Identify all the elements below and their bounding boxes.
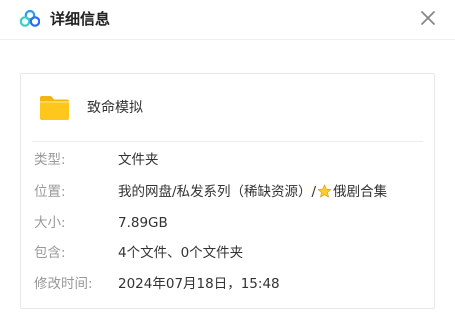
type-row: 类型: 文件夹 — [21, 150, 436, 170]
baidu-netdisk-logo-icon — [20, 10, 40, 27]
close-icon[interactable] — [419, 9, 437, 27]
location-folder: 俄剧合集 — [333, 184, 388, 200]
contains-value: 4个文件、0个文件夹 — [118, 245, 244, 261]
dialog-title: 详细信息 — [50, 10, 111, 28]
location-path: 我的网盘/私发系列（稀缺资源）/ — [118, 184, 317, 200]
type-value: 文件夹 — [118, 152, 159, 168]
size-row: 大小: 7.89GB — [21, 213, 436, 233]
modified-row: 修改时间: 2024年07月18日，15:48 — [21, 274, 436, 294]
star-emoji-icon — [317, 184, 332, 198]
location-label: 位置: — [34, 184, 66, 200]
folder-icon — [40, 96, 69, 120]
details-card: 致命模拟 类型: 文件夹 位置: 我的网盘/私发系列（稀缺资源）/ 俄剧合集 大小… — [20, 73, 435, 309]
divider — [32, 141, 423, 142]
location-row: 位置: 我的网盘/私发系列（稀缺资源）/ 俄剧合集 — [21, 182, 436, 202]
size-value: 7.89GB — [118, 215, 168, 231]
details-dialog: 详细信息 致命模拟 类型: 文件夹 位置: 我的网盘/私发系列（稀缺资源）/ 俄剧… — [0, 0, 455, 336]
size-label: 大小: — [34, 215, 66, 231]
modified-value: 2024年07月18日，15:48 — [118, 276, 280, 292]
modified-label: 修改时间: — [34, 276, 93, 292]
contains-label: 包含: — [34, 245, 66, 261]
type-label: 类型: — [34, 152, 66, 168]
folder-name: 致命模拟 — [87, 100, 143, 116]
dialog-header: 详细信息 — [0, 0, 455, 40]
contains-row: 包含: 4个文件、0个文件夹 — [21, 243, 436, 263]
location-value: 我的网盘/私发系列（稀缺资源）/ 俄剧合集 — [118, 182, 387, 202]
